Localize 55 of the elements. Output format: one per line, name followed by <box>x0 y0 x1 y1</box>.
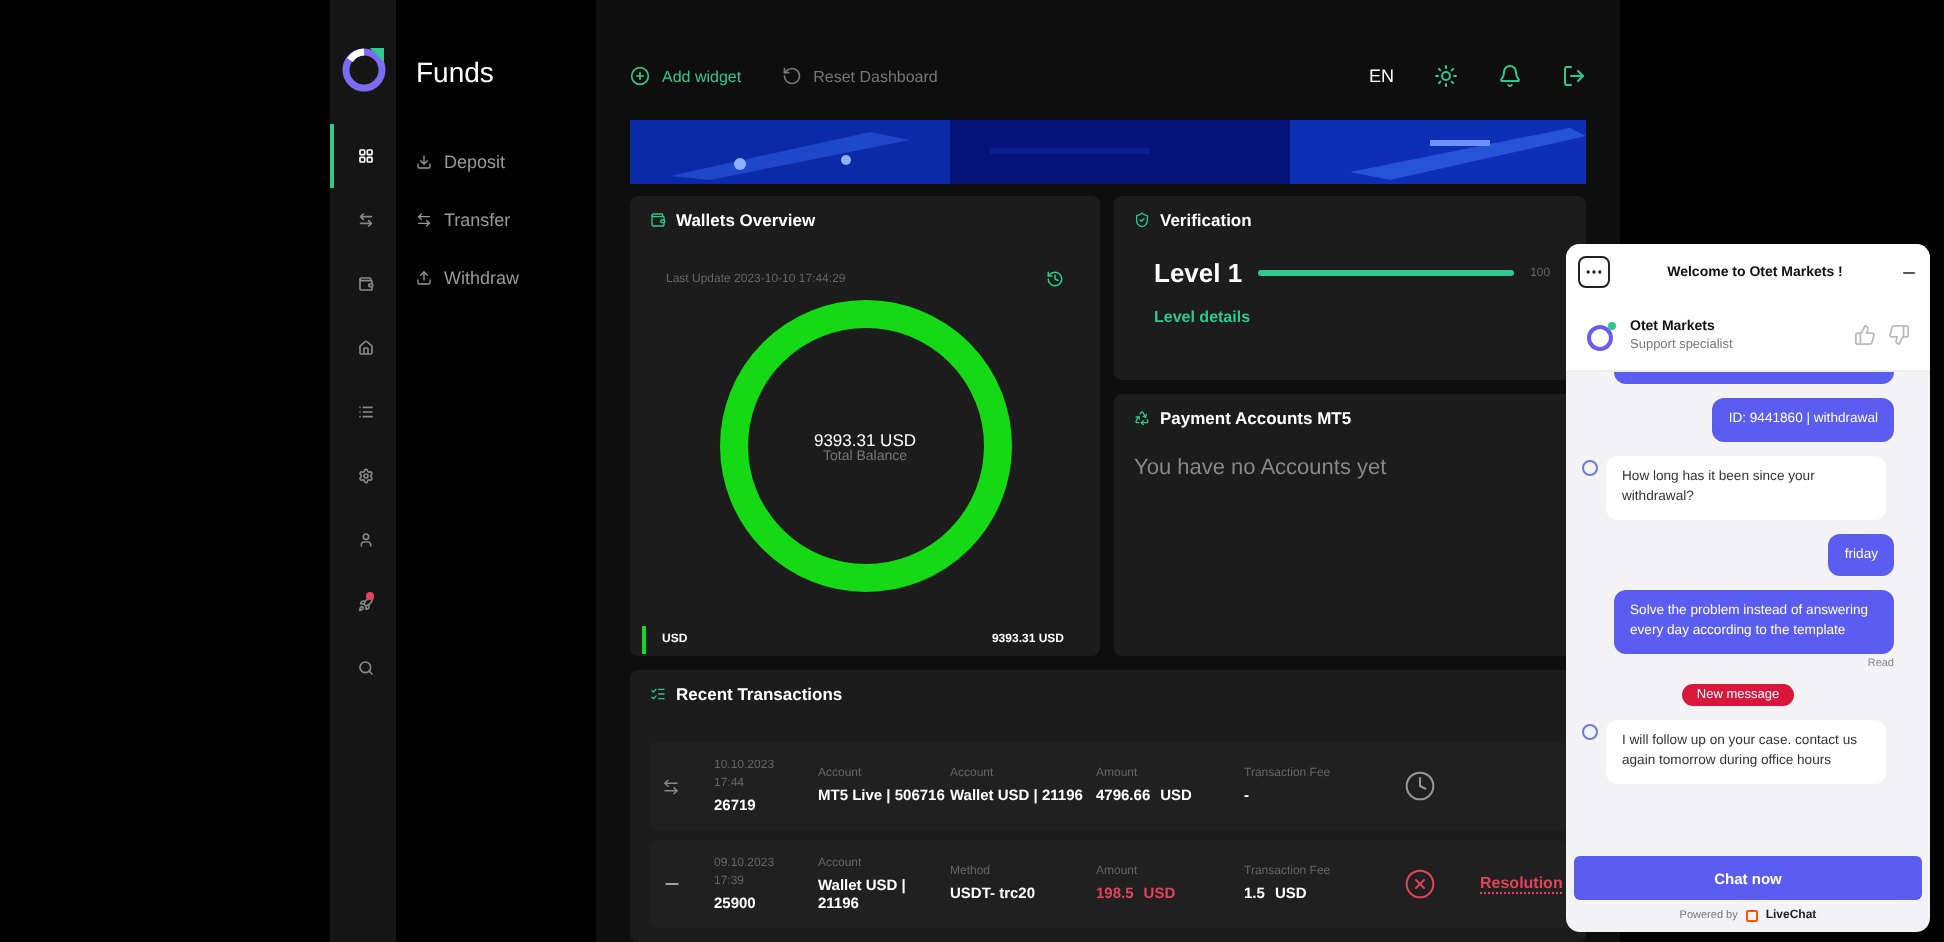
thumbs-down-icon[interactable] <box>1888 324 1910 346</box>
nav-link[interactable]: Transfer <box>416 190 596 248</box>
nav-link-label: Withdraw <box>444 267 520 287</box>
nav-icon <box>357 596 373 612</box>
plus-circle-icon <box>630 66 650 86</box>
nav-icon <box>357 468 373 484</box>
logout-icon[interactable] <box>1562 64 1586 88</box>
recycle-icon <box>1134 410 1150 426</box>
notification-dot <box>366 592 374 600</box>
clock-icon <box>1404 770 1436 802</box>
button-label: Reset Dashboard <box>813 67 938 85</box>
agent-avatar-icon <box>1586 319 1618 351</box>
list-icon <box>650 686 666 702</box>
agent-avatar-icon <box>1582 459 1598 476</box>
nav-icon <box>357 404 373 420</box>
section-title: Funds <box>416 56 496 88</box>
nav-link-icon <box>416 153 432 169</box>
nav-link-icon <box>416 211 432 227</box>
nav-icon <box>357 212 373 228</box>
nav-link-label: Deposit <box>444 151 506 171</box>
wallet-icon <box>650 212 666 228</box>
reset-icon <box>781 66 802 86</box>
card-title: Payment Accounts MT5 <box>1160 408 1352 428</box>
nav-link[interactable]: Deposit <box>416 132 596 190</box>
transfer-icon <box>662 777 680 795</box>
total-balance-value: 9393.31 USD <box>813 429 917 449</box>
card-title: Wallets Overview <box>676 210 816 230</box>
agent-avatar-icon <box>1582 724 1598 741</box>
nav-icon <box>357 148 373 164</box>
level-details-link[interactable]: Level details <box>1154 308 1251 326</box>
nav-icon <box>357 276 373 292</box>
level-name: Level 1 <box>1154 258 1243 288</box>
menu-button[interactable] <box>1578 256 1610 288</box>
add-widget-button[interactable]: Add widget <box>630 66 742 86</box>
thumbs-up-icon[interactable] <box>1854 324 1876 346</box>
nav-icon <box>357 532 373 548</box>
shield-icon <box>1134 212 1150 228</box>
bell-icon[interactable] <box>1498 64 1522 88</box>
reset-dashboard-button[interactable]: Reset Dashboard <box>781 66 938 86</box>
button-label: Add widget <box>662 67 742 85</box>
resolution-link[interactable]: Resolution <box>1480 874 1563 894</box>
nav-icon <box>357 660 373 676</box>
sun-icon[interactable] <box>1434 64 1458 88</box>
language-selector[interactable]: EN <box>1368 66 1394 86</box>
empty-message: You have no Accounts yet <box>1134 456 1389 480</box>
history-icon[interactable] <box>1046 270 1064 288</box>
card-title: Verification <box>1160 210 1252 230</box>
livechat-logo-icon <box>1745 910 1758 922</box>
logo-icon <box>339 44 387 92</box>
nav-icon <box>357 340 373 356</box>
nav-link-icon <box>416 269 432 285</box>
card-title: Recent Transactions <box>676 684 843 704</box>
nav-link[interactable]: Withdraw <box>416 248 596 306</box>
nav-link-label: Transfer <box>444 209 511 229</box>
close-circle-icon <box>1404 868 1436 900</box>
